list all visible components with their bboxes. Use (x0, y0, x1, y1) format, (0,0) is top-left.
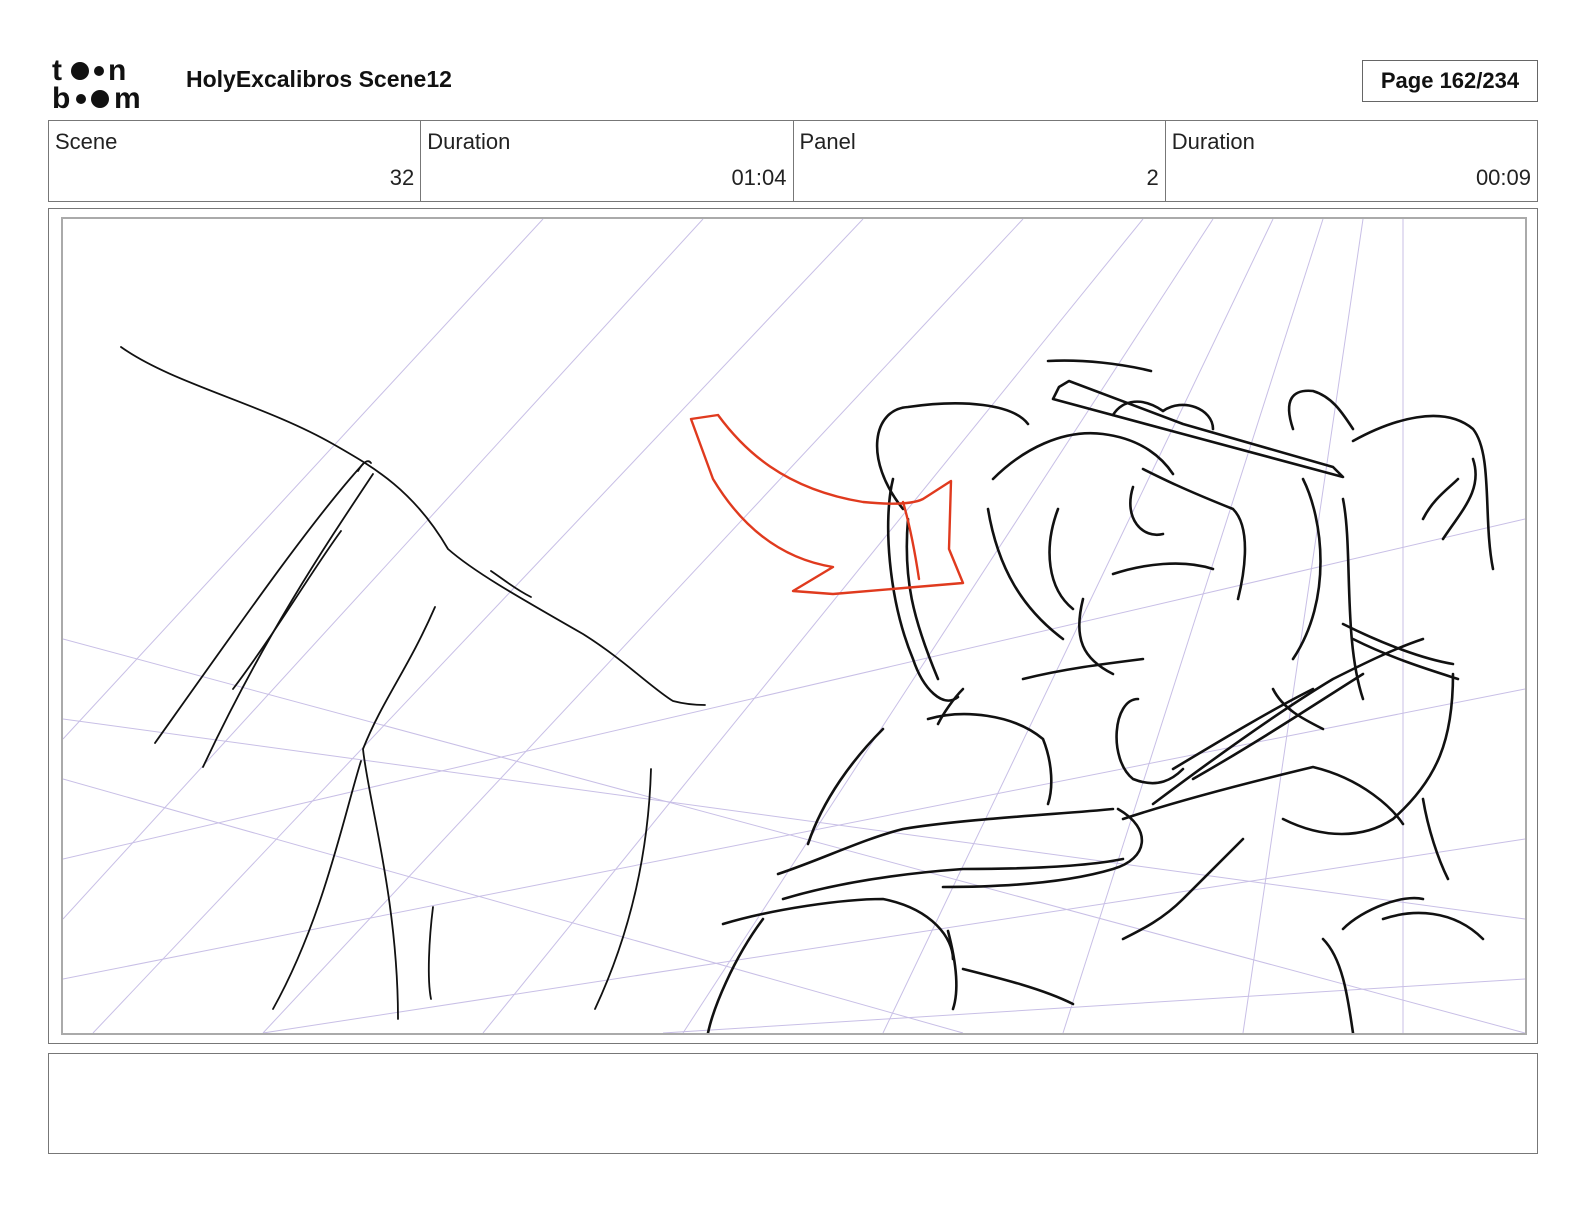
scene-value: 32 (389, 165, 415, 190)
panel-notes-box[interactable] (48, 1053, 1538, 1154)
panel-info-row: Scene 32 Duration 01:04 Panel 2 Duration… (48, 120, 1538, 202)
right-character-sketch (706, 359, 1495, 1033)
scene-duration-label: Duration (427, 129, 511, 154)
toon-boom-logo: t n b m (52, 54, 141, 112)
project-title: HolyExcalibros Scene12 (186, 66, 452, 92)
panel-label: Panel (799, 129, 856, 154)
svg-text:b: b (52, 82, 70, 112)
panel-sketch-drawing (63, 219, 1525, 1033)
panel-duration-label: Duration (1171, 129, 1255, 154)
scene-cell: Scene 32 (49, 121, 422, 201)
scene-duration-value: 01:04 (731, 165, 787, 190)
scene-label: Scene (55, 129, 118, 154)
left-character-sketch (120, 346, 706, 1020)
motion-direction-arrow (689, 413, 965, 596)
storyboard-panel-frame (48, 208, 1538, 1044)
scene-duration-cell: Duration 01:04 (421, 121, 794, 201)
panel-value: 2 (1146, 165, 1159, 190)
svg-text:m: m (114, 82, 141, 112)
page-indicator: Page 162/234 (1362, 60, 1538, 102)
storyboard-panel-canvas (61, 217, 1527, 1035)
perspective-guides (63, 219, 1525, 1033)
panel-duration-value: 00:09 (1475, 165, 1531, 190)
panel-duration-cell: Duration 00:09 (1166, 121, 1537, 201)
panel-cell: Panel 2 (794, 121, 1166, 201)
